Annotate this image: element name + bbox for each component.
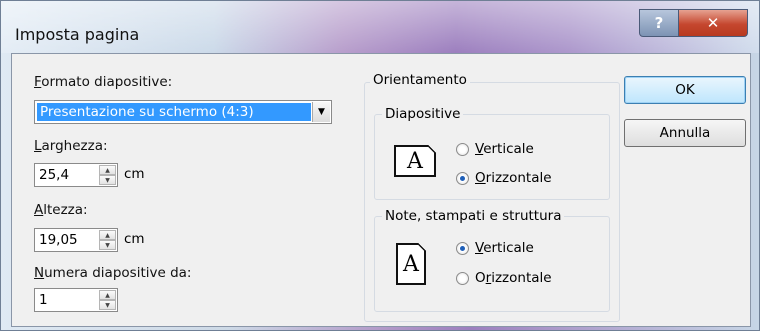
slide-size-dropdown[interactable]: Presentazione su schermo (4:3) ▼ bbox=[34, 100, 332, 124]
radio-icon[interactable] bbox=[456, 142, 469, 156]
notes-vertical-radio[interactable]: Verticale bbox=[456, 240, 534, 256]
stepper-down-icon[interactable]: ▼ bbox=[99, 300, 116, 310]
portrait-page-icon: A bbox=[396, 243, 426, 285]
slides-vertical-label: Verticale bbox=[475, 141, 534, 157]
slides-orientation-title: Diapositive bbox=[382, 106, 464, 122]
height-value: 19,05 bbox=[39, 232, 78, 248]
ok-button[interactable]: OK bbox=[624, 76, 746, 104]
close-icon: ✕ bbox=[706, 14, 720, 32]
slides-horizontal-radio[interactable]: Orizzontale bbox=[456, 170, 552, 186]
width-value: 25,4 bbox=[39, 167, 70, 183]
notes-vertical-label: Verticale bbox=[475, 240, 534, 256]
height-label: Altezza: bbox=[34, 202, 88, 218]
notes-horizontal-label: Orizzontale bbox=[475, 270, 552, 286]
help-button[interactable]: ? bbox=[639, 9, 679, 37]
radio-checked-icon[interactable] bbox=[456, 241, 469, 255]
radio-icon[interactable] bbox=[456, 271, 469, 285]
width-unit: cm bbox=[124, 166, 145, 182]
slides-horizontal-label: Orizzontale bbox=[475, 170, 552, 186]
number-slides-from-label: Numera diapositive da: bbox=[34, 265, 192, 281]
page-setup-dialog: Imposta pagina ? ✕ Formato diapositive: … bbox=[0, 0, 760, 331]
radio-checked-icon[interactable] bbox=[456, 171, 469, 185]
width-label: Larghezza: bbox=[34, 138, 108, 154]
landscape-page-icon: A bbox=[394, 145, 436, 177]
number-slides-stepper[interactable]: 1 ▲ ▼ bbox=[34, 288, 118, 312]
stepper-down-icon[interactable]: ▼ bbox=[99, 240, 116, 250]
slides-vertical-radio[interactable]: Verticale bbox=[456, 141, 534, 157]
notes-horizontal-radio[interactable]: Orizzontale bbox=[456, 270, 552, 286]
stepper-up-icon[interactable]: ▲ bbox=[99, 165, 116, 175]
notes-orientation-title: Note, stampati e struttura bbox=[382, 208, 565, 224]
title-bar[interactable]: Imposta pagina ? ✕ bbox=[1, 1, 759, 53]
height-stepper[interactable]: 19,05 ▲ ▼ bbox=[34, 228, 118, 252]
dialog-title: Imposta pagina bbox=[15, 25, 140, 44]
close-button[interactable]: ✕ bbox=[678, 9, 748, 37]
width-stepper[interactable]: 25,4 ▲ ▼ bbox=[34, 163, 118, 187]
orientation-title: Orientamento bbox=[370, 72, 470, 88]
stepper-up-icon[interactable]: ▲ bbox=[99, 230, 116, 240]
stepper-up-icon[interactable]: ▲ bbox=[99, 290, 116, 300]
chevron-down-icon[interactable]: ▼ bbox=[312, 102, 330, 122]
slide-size-value: Presentazione su schermo (4:3) bbox=[37, 103, 311, 121]
dialog-body: Formato diapositive: Presentazione su sc… bbox=[11, 53, 751, 327]
help-icon: ? bbox=[654, 14, 664, 32]
height-unit: cm bbox=[124, 231, 145, 247]
stepper-down-icon[interactable]: ▼ bbox=[99, 175, 116, 185]
slide-size-label: Formato diapositive: bbox=[34, 74, 173, 90]
cancel-button[interactable]: Annulla bbox=[624, 119, 746, 147]
number-slides-value: 1 bbox=[39, 292, 48, 308]
